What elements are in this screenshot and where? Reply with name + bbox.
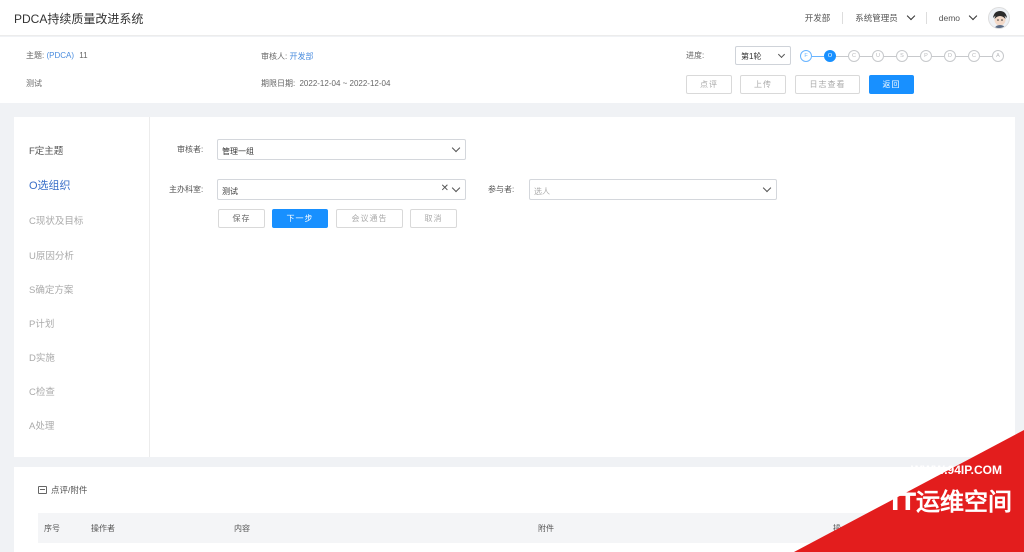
col-index: 序号 <box>44 524 60 533</box>
sidebar-item-c-check[interactable]: C检查 <box>29 384 55 398</box>
step-connector <box>908 55 920 57</box>
sidebar-item-d[interactable]: D实施 <box>29 350 55 364</box>
step-connector <box>980 55 992 57</box>
watermark-url: WWW.94IP.COM <box>911 463 1002 477</box>
topic-label: 主题: <box>26 51 45 60</box>
role-label: 系统管理员 <box>855 13 898 23</box>
app-title: PDCA持续质量改进系统 <box>14 12 144 26</box>
topic-number: 11 <box>79 51 88 60</box>
sidebar-item-f[interactable]: F定主题 <box>29 143 63 157</box>
step-2[interactable]: O <box>824 50 836 62</box>
view-log-button[interactable]: 日志查看 <box>795 75 860 94</box>
user-label: demo <box>938 13 960 23</box>
role-dropdown[interactable]: 系统管理员 <box>843 10 926 26</box>
top-bar: PDCA持续质量改进系统 开发部 系统管理员 demo <box>0 0 1024 36</box>
back-button[interactable]: 返回 <box>869 75 914 94</box>
topic-value: (PDCA) <box>46 51 75 60</box>
sidebar-item-u[interactable]: U原因分析 <box>29 248 74 262</box>
chevron-down-icon <box>777 50 786 59</box>
sidebar-item-p[interactable]: P计划 <box>29 316 54 330</box>
comments-title: 点评/附件 <box>38 484 87 496</box>
topic-row: 主题: (PDCA) 11 <box>26 50 88 61</box>
avatar[interactable] <box>988 7 1010 29</box>
user-dropdown[interactable]: demo <box>927 10 988 26</box>
comments-title-text: 点评/附件 <box>51 485 88 495</box>
step-4[interactable]: U <box>872 50 884 62</box>
watermark: WWW.94IP.COM IT运维空间 <box>794 430 1024 552</box>
participants-placeholder: 选人 <box>534 187 550 196</box>
step-6[interactable]: P <box>920 50 932 62</box>
col-attachment: 附件 <box>538 524 554 533</box>
reviewer-row: 审核人: 开发部 <box>261 51 313 62</box>
step-connector <box>812 55 824 57</box>
sidebar-item-o[interactable]: O选组织 <box>29 177 71 193</box>
step-5[interactable]: S <box>896 50 908 62</box>
step-connector <box>956 55 968 57</box>
participants-select[interactable]: 选人 <box>529 179 777 200</box>
dept-field-label: 主办科室: <box>169 185 204 194</box>
step-1[interactable]: F <box>800 50 812 62</box>
chevron-down-icon <box>451 143 461 153</box>
step-3[interactable]: C <box>848 50 860 62</box>
pdca-sidebar: F定主题 O选组织 C现状及目标 U原因分析 S确定方案 P计划 D实施 C检查… <box>14 117 150 457</box>
avatar-icon <box>989 8 1009 28</box>
step-connector <box>836 55 848 57</box>
main-panel: F定主题 O选组织 C现状及目标 U原因分析 S确定方案 P计划 D实施 C检查… <box>14 117 1015 457</box>
chevron-down-icon <box>906 11 915 21</box>
clear-icon[interactable]: ✕ <box>441 183 449 194</box>
deadline-row: 期限日期: 2022-12-04 ~ 2022-12-04 <box>261 78 390 89</box>
sidebar-item-a[interactable]: A处理 <box>29 418 54 432</box>
step-7[interactable]: D <box>944 50 956 62</box>
reviewer-select[interactable]: 管理一组 <box>217 139 466 160</box>
dept-select-value: 测试 <box>222 187 238 196</box>
round-select[interactable]: 第1轮 <box>735 46 791 65</box>
reviewer-field-label: 审核者: <box>177 145 204 154</box>
dept-select[interactable]: 测试 ✕ <box>217 179 466 200</box>
cancel-button[interactable]: 取消 <box>410 209 457 228</box>
project-description: 测试 <box>26 79 42 88</box>
step-connector <box>932 55 944 57</box>
reviewer-select-value: 管理一组 <box>222 147 254 156</box>
sidebar-item-s[interactable]: S确定方案 <box>29 282 73 296</box>
department-menu[interactable]: 开发部 <box>793 10 843 26</box>
deadline-label: 期限日期: <box>261 79 296 88</box>
round-value: 第1轮 <box>741 52 762 61</box>
watermark-text: IT运维空间 <box>891 488 1012 516</box>
meeting-notice-button[interactable]: 会议通告 <box>336 209 403 228</box>
col-content: 内容 <box>234 524 250 533</box>
review-button[interactable]: 点评 <box>686 75 732 94</box>
progress-label: 进度: <box>686 51 705 60</box>
participants-field-label: 参与者: <box>488 185 515 194</box>
step-connector <box>860 55 872 57</box>
sidebar-item-c-status[interactable]: C现状及目标 <box>29 213 83 227</box>
deadline-value: 2022-12-04 ~ 2022-12-04 <box>299 79 391 88</box>
next-step-button[interactable]: 下一步 <box>272 209 328 228</box>
reviewer-label: 审核人: <box>261 52 288 61</box>
document-icon <box>38 486 47 494</box>
chevron-down-icon <box>968 11 978 21</box>
col-operator: 操作者 <box>91 524 115 533</box>
upload-button[interactable]: 上传 <box>740 75 786 94</box>
step-8[interactable]: C <box>968 50 980 62</box>
chevron-down-icon <box>762 183 772 193</box>
chevron-down-icon <box>451 183 461 193</box>
save-button[interactable]: 保存 <box>218 209 265 228</box>
step-connector <box>884 55 896 57</box>
reviewer-value: 开发部 <box>289 52 314 61</box>
step-9[interactable]: A <box>992 50 1004 62</box>
pdca-step-indicator: FOCUSPDCA <box>800 49 1004 63</box>
top-right-menu: 开发部 系统管理员 demo <box>793 0 1024 36</box>
